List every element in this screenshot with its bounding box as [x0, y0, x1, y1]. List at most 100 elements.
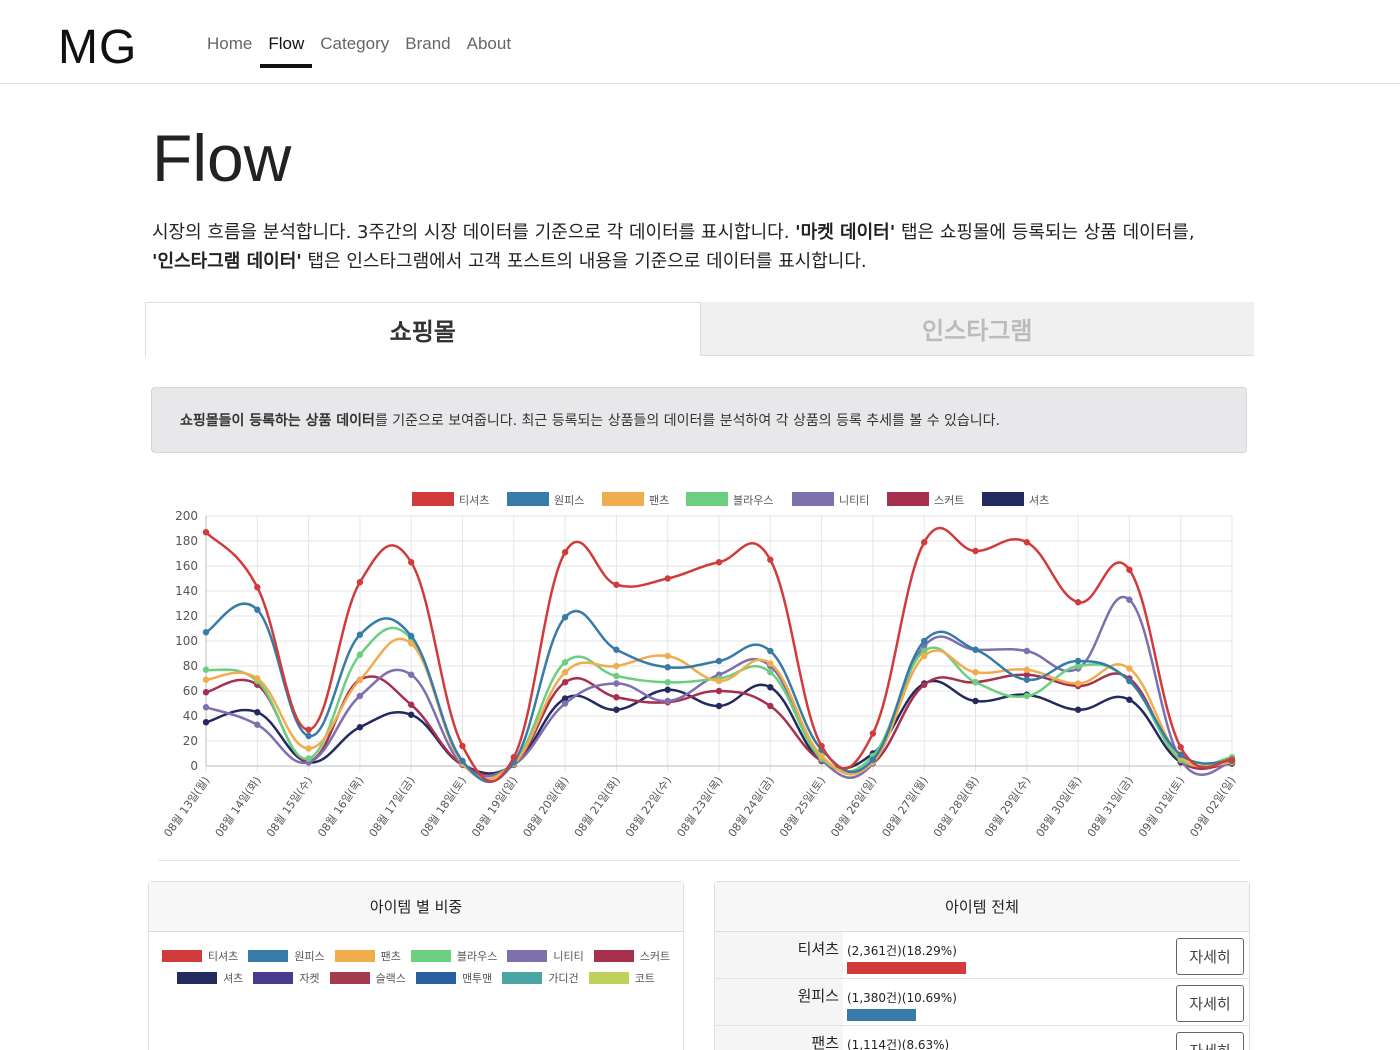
legend-swatch[interactable] [412, 492, 454, 506]
brand-logo[interactable]: MG [58, 20, 137, 75]
data-point[interactable] [408, 671, 415, 678]
data-point[interactable] [921, 652, 928, 660]
data-point[interactable] [561, 549, 569, 556]
data-point[interactable] [613, 680, 620, 687]
data-point[interactable] [1074, 680, 1082, 687]
data-point[interactable] [1177, 744, 1184, 751]
data-point[interactable] [408, 559, 415, 566]
data-point[interactable] [664, 664, 671, 671]
share-legend-item[interactable]: 가디건 [502, 970, 579, 986]
data-point[interactable] [254, 675, 261, 682]
data-point[interactable] [972, 697, 979, 705]
data-point[interactable] [664, 652, 671, 660]
data-point[interactable] [767, 660, 774, 667]
data-point[interactable] [356, 676, 364, 683]
data-point[interactable] [613, 581, 620, 588]
data-point[interactable] [254, 584, 261, 591]
data-point[interactable] [202, 666, 210, 673]
data-point[interactable] [202, 629, 210, 636]
data-point[interactable] [561, 700, 569, 707]
tab-shoppingmall[interactable]: 쇼핑몰 [145, 302, 701, 356]
data-point[interactable] [561, 679, 569, 686]
data-point[interactable] [561, 659, 569, 666]
share-legend-item[interactable]: 티셔츠 [161, 948, 238, 964]
data-point[interactable] [202, 689, 210, 696]
data-point[interactable] [921, 637, 928, 645]
data-point[interactable] [664, 575, 671, 582]
data-point[interactable] [715, 559, 723, 566]
data-point[interactable] [767, 647, 774, 655]
data-point[interactable] [305, 732, 312, 740]
data-point[interactable] [1126, 665, 1133, 672]
nav-category[interactable]: Category [320, 34, 389, 54]
data-point[interactable] [1074, 657, 1082, 665]
data-point[interactable] [1228, 756, 1236, 763]
legend-label[interactable]: 스커트 [934, 494, 964, 507]
detail-button[interactable]: 자세히 [1176, 1032, 1244, 1050]
share-legend-item[interactable]: 팬츠 [334, 948, 401, 964]
data-point[interactable] [254, 606, 261, 613]
data-point[interactable] [202, 719, 210, 726]
data-point[interactable] [767, 556, 774, 563]
data-point[interactable] [767, 669, 774, 676]
data-point[interactable] [1023, 692, 1030, 700]
share-legend-item[interactable]: 스커트 [593, 948, 670, 964]
share-legend-item[interactable]: 셔츠 [177, 970, 243, 986]
legend-swatch[interactable] [792, 492, 834, 506]
data-point[interactable] [254, 721, 261, 728]
legend-label[interactable]: 원피스 [554, 494, 584, 507]
data-point[interactable] [356, 631, 364, 638]
share-legend-item[interactable]: 코트 [588, 970, 655, 986]
data-point[interactable] [1126, 677, 1133, 685]
detail-button[interactable]: 자세히 [1176, 985, 1244, 1022]
data-point[interactable] [715, 657, 723, 665]
data-point[interactable] [818, 742, 825, 750]
data-point[interactable] [459, 742, 466, 750]
tab-instagram[interactable]: 인스타그램 [700, 302, 1254, 356]
data-point[interactable] [202, 676, 210, 683]
share-legend-item[interactable]: 니티티 [507, 948, 584, 964]
data-point[interactable] [921, 539, 928, 546]
data-point[interactable] [510, 754, 517, 761]
legend-swatch[interactable] [887, 492, 929, 506]
data-point[interactable] [715, 687, 723, 695]
data-point[interactable] [664, 697, 671, 705]
data-point[interactable] [561, 669, 569, 676]
data-point[interactable] [561, 614, 569, 621]
share-legend-item[interactable]: 원피스 [248, 948, 325, 964]
data-point[interactable] [767, 702, 774, 710]
data-point[interactable] [305, 726, 312, 733]
data-point[interactable] [1023, 666, 1030, 673]
nav-home[interactable]: Home [207, 34, 252, 54]
data-point[interactable] [715, 677, 723, 685]
data-point[interactable] [1126, 596, 1133, 603]
data-point[interactable] [664, 679, 671, 686]
data-point[interactable] [1023, 647, 1030, 655]
data-point[interactable] [305, 755, 312, 762]
data-point[interactable] [356, 579, 364, 586]
data-point[interactable] [613, 662, 620, 670]
data-point[interactable] [613, 646, 620, 653]
share-legend-item[interactable]: 슬랙스 [329, 970, 406, 986]
legend-label[interactable]: 블라우스 [733, 494, 773, 507]
share-legend-item[interactable]: 자켓 [253, 970, 320, 986]
data-point[interactable] [1023, 539, 1030, 546]
data-point[interactable] [869, 730, 877, 737]
data-point[interactable] [715, 702, 723, 710]
data-point[interactable] [1074, 599, 1082, 606]
legend-label[interactable]: 셔츠 [1029, 494, 1049, 507]
data-point[interactable] [767, 684, 774, 691]
data-point[interactable] [305, 745, 312, 752]
data-point[interactable] [869, 756, 877, 763]
nav-flow[interactable]: Flow [260, 34, 313, 68]
data-point[interactable] [921, 681, 928, 688]
nav-brand[interactable]: Brand [405, 34, 450, 54]
legend-swatch[interactable] [507, 492, 549, 506]
data-point[interactable] [972, 646, 979, 653]
legend-label[interactable]: 팬츠 [649, 494, 669, 507]
data-point[interactable] [613, 672, 620, 680]
data-point[interactable] [664, 686, 671, 693]
legend-label[interactable]: 티셔츠 [459, 494, 489, 507]
data-point[interactable] [408, 632, 415, 640]
legend-swatch[interactable] [982, 492, 1024, 506]
